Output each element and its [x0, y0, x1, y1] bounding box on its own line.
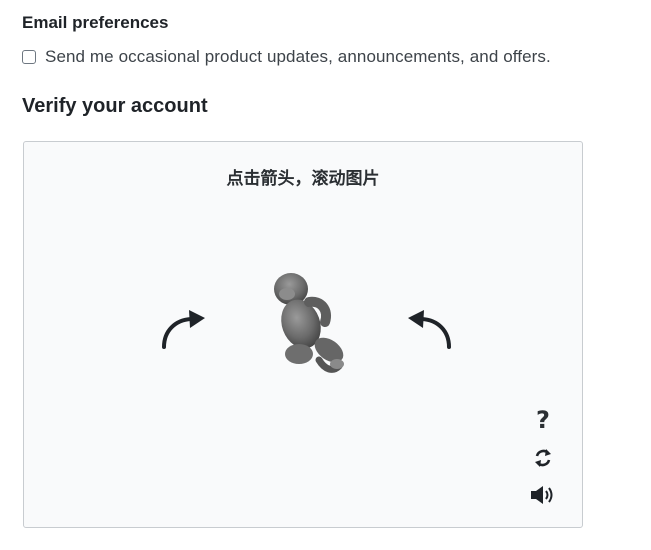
- captcha-panel: 点击箭头，滚动图片 ?: [23, 141, 583, 528]
- speaker-icon[interactable]: [528, 480, 558, 510]
- captcha-instruction: 点击箭头，滚动图片: [226, 169, 380, 189]
- email-opt-in-label[interactable]: Send me occasional product updates, anno…: [45, 47, 551, 67]
- captcha-rotating-image: [259, 262, 359, 382]
- email-opt-in-row[interactable]: Send me occasional product updates, anno…: [22, 47, 551, 67]
- rotate-left-arrow-icon[interactable]: [159, 307, 209, 357]
- signup-form: Email preferences Send me occasional pro…: [0, 0, 651, 550]
- verify-account-heading: Verify your account: [22, 95, 208, 117]
- rotate-right-arrow-icon[interactable]: [404, 307, 454, 357]
- question-mark-icon[interactable]: ?: [528, 405, 558, 435]
- refresh-icon[interactable]: [528, 443, 558, 473]
- help-glyph: ?: [536, 406, 550, 434]
- email-opt-in-checkbox[interactable]: [22, 50, 36, 64]
- email-preferences-heading: Email preferences: [22, 13, 169, 32]
